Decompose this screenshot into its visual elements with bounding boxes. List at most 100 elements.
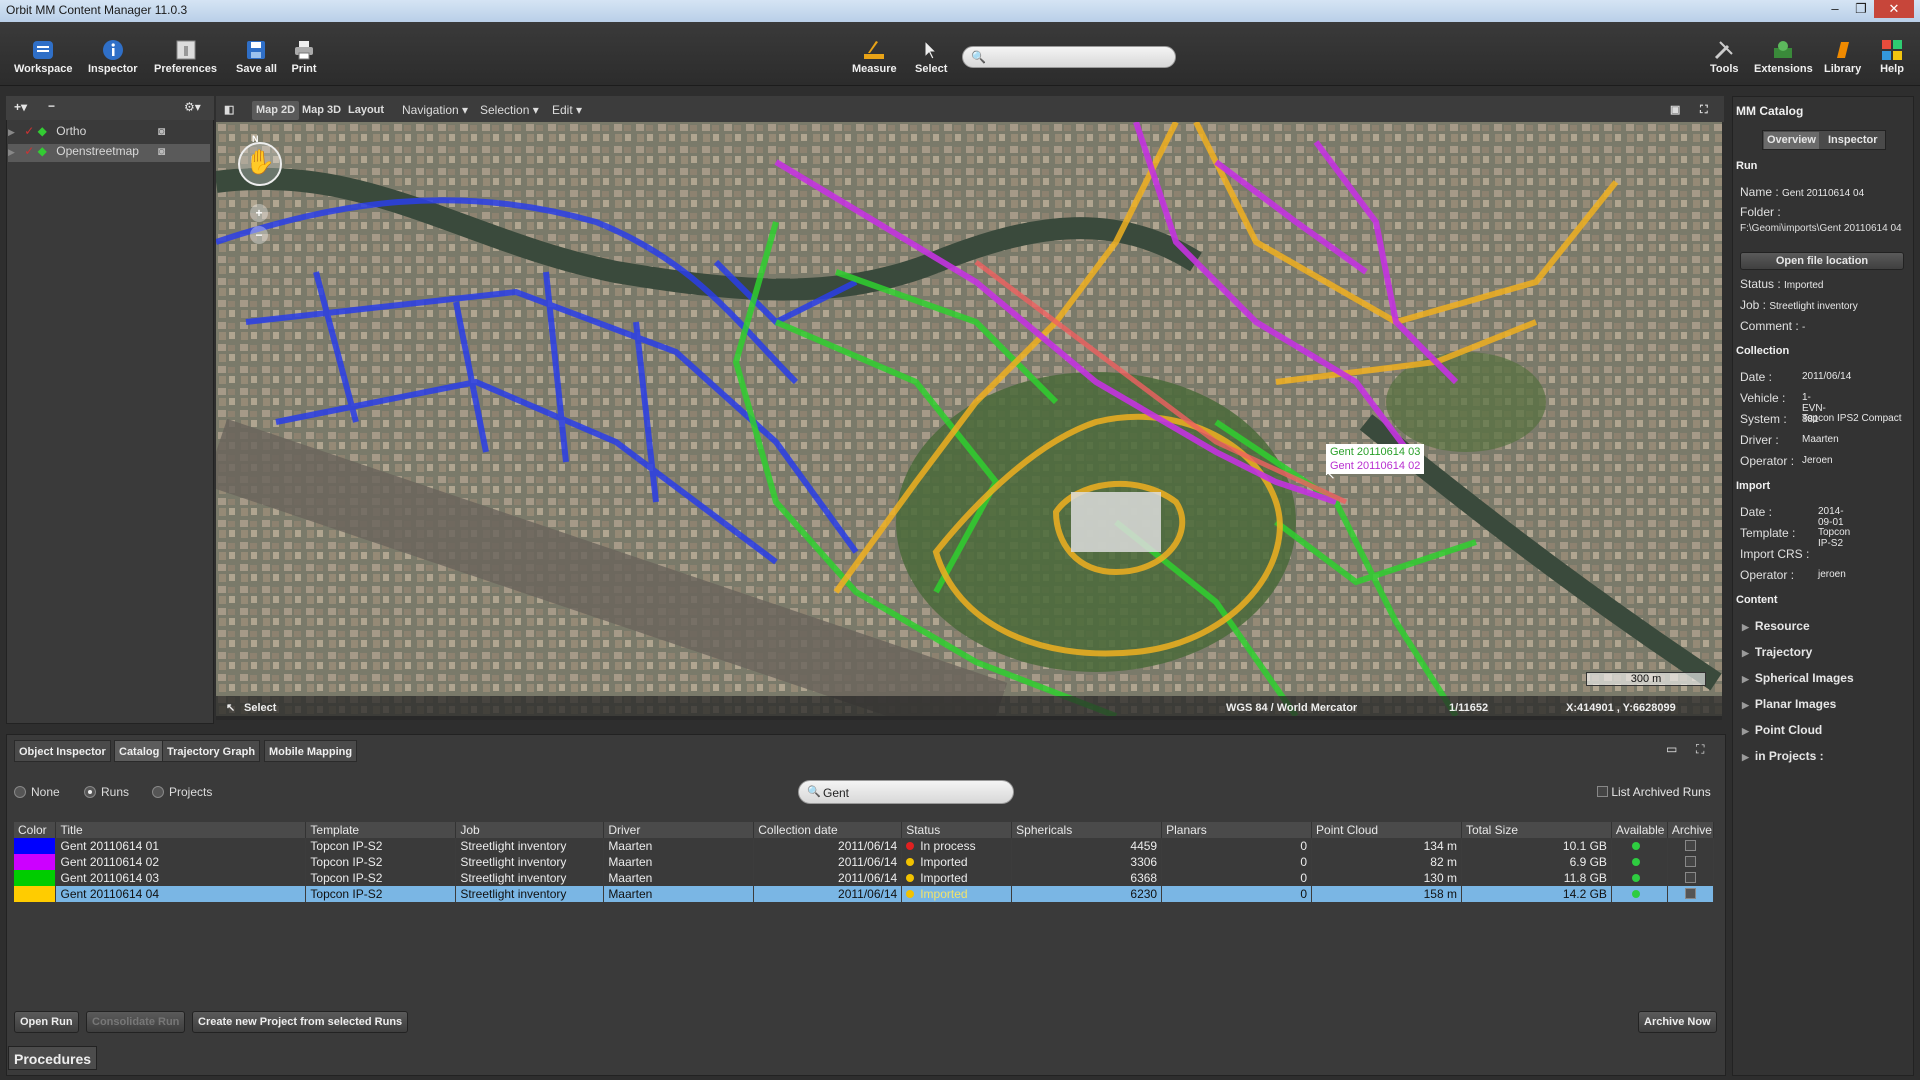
tab-map2d[interactable]: Map 2D [252,101,300,120]
print-button[interactable]: Print [290,34,318,75]
cell-planars: 0 [1300,887,1308,901]
tools-button[interactable]: Tools [1710,34,1739,75]
archive-checkbox[interactable] [1684,856,1696,867]
fullscreen-icon[interactable]: ⛶ [1696,742,1704,757]
fullscreen-icon[interactable]: ⛶ [1696,101,1712,120]
tree-item-trajectory[interactable]: ▶ Trajectory [1742,645,1812,659]
library-button[interactable]: Library [1824,34,1861,75]
window-layout-icon[interactable]: ▣ [1666,101,1684,120]
consolidate-run-button[interactable]: Consolidate Run [86,1011,186,1033]
column-header[interactable]: Total Size [1461,822,1612,838]
column-header[interactable]: Driver [603,822,755,838]
expand-arrow-icon[interactable]: ▶ [8,147,15,157]
procedures-panel-header[interactable]: Procedures [8,1046,98,1070]
open-file-location-button[interactable]: Open file location [1740,252,1904,270]
table-row[interactable]: Gent 20110614 03 Topcon IP-S2 Streetlight … [14,870,1715,886]
archive-checkbox[interactable] [1684,840,1696,851]
expand-arrow-icon[interactable]: ▶ [1742,752,1749,762]
help-button[interactable]: Help [1878,34,1906,75]
edit-menu[interactable]: Edit ▾ [552,101,582,120]
expand-arrow-icon[interactable]: ▶ [1742,674,1749,684]
map-view[interactable]: ✋ N + − Gent 20110614 03 Gent 20110614 0… [216,122,1722,716]
cell-sphericals: 4459 [1130,839,1158,853]
filter-runs-radio[interactable]: Runs [84,785,129,799]
column-header[interactable]: Planars [1161,822,1313,838]
window-layout-icon[interactable]: ▭ [1666,742,1677,756]
measure-button[interactable]: Measure [852,34,897,75]
tree-item-in-projects[interactable]: ▶ in Projects : [1742,749,1824,763]
layer-settings-icon[interactable]: ◙ [158,124,165,138]
list-archived-checkbox[interactable]: List Archived Runs [1597,785,1711,799]
close-button[interactable]: ✕ [1874,0,1914,18]
remove-layer-button[interactable]: − [48,99,55,113]
archive-checkbox[interactable] [1684,888,1696,899]
selection-menu[interactable]: Selection ▾ [480,101,539,120]
layer-settings-icon[interactable]: ◙ [158,144,165,158]
expand-arrow-icon[interactable]: ▶ [1742,726,1749,736]
save-all-button[interactable]: Save all [236,34,277,75]
tree-item-spherical-images[interactable]: ▶ Spherical Images [1742,671,1854,685]
extensions-button[interactable]: Extensions [1754,34,1813,75]
zoom-out-button[interactable]: − [250,226,268,244]
tree-item-point-cloud[interactable]: ▶ Point Cloud [1742,723,1822,737]
cell-title: Gent 20110614 01 [60,839,160,853]
expand-arrow-icon[interactable]: ▶ [1742,648,1749,658]
column-header[interactable]: Collection date [753,822,903,838]
column-header[interactable]: Available [1611,822,1668,838]
expand-arrow-icon[interactable]: ▶ [1742,622,1749,632]
expand-arrow-icon[interactable]: ▶ [8,127,15,137]
column-header[interactable]: Point Cloud [1311,822,1462,838]
tab-map3d[interactable]: Map 3D [298,101,345,120]
tab-overview[interactable]: Overview [1764,132,1819,149]
minimize-button[interactable]: – [1822,0,1848,18]
create-project-button[interactable]: Create new Project from selected Runs [192,1011,409,1033]
toggle-panel-icon[interactable]: ◧ [220,101,238,120]
cell-total-size: 14.2 GB [1562,887,1607,901]
tab-layout[interactable]: Layout [344,101,388,120]
column-header[interactable]: Archive [1667,822,1715,838]
tree-item-resource[interactable]: ▶ Resource [1742,619,1810,633]
visibility-icon[interactable]: ✓ [24,144,34,158]
inspector-button[interactable]: Inspector [88,34,138,75]
tree-item-planar-images[interactable]: ▶ Planar Images [1742,697,1836,711]
pan-hand-icon[interactable]: ✋ [238,142,282,186]
add-layer-button[interactable]: +▾ [14,100,27,114]
layer-item-ortho[interactable]: ▶ ✓ ◆ Ortho ◙ [8,124,210,142]
gear-icon[interactable]: ⚙▾ [184,100,201,114]
navigation-menu[interactable]: Navigation ▾ [402,101,468,120]
table-row[interactable]: Gent 20110614 01 Topcon IP-S2 Streetlight … [14,838,1715,854]
select-button[interactable]: Select [915,34,947,75]
run-comment: Comment : - [1740,319,1806,333]
tab-mobile-mapping[interactable]: Mobile Mapping [264,740,358,762]
archive-checkbox[interactable] [1684,872,1696,883]
column-header[interactable]: Job [455,822,605,838]
tab-trajectory-graph[interactable]: Trajectory Graph [162,740,261,762]
tab-inspector[interactable]: Inspector [1825,132,1881,149]
column-header[interactable]: Title [55,822,307,838]
expand-arrow-icon[interactable]: ▶ [1742,700,1749,710]
maximize-button[interactable]: ❐ [1848,0,1874,18]
archive-now-button[interactable]: Archive Now [1638,1011,1717,1033]
open-run-button[interactable]: Open Run [14,1011,79,1033]
zoom-in-button[interactable]: + [250,204,268,222]
filter-none-radio[interactable]: None [14,785,60,799]
cell-title: Gent 20110614 02 [60,855,160,869]
column-header[interactable]: Status [901,822,1013,838]
visibility-icon[interactable]: ✓ [24,124,34,138]
map-canvas[interactable] [216,122,1722,716]
column-header[interactable]: Template [305,822,457,838]
tab-catalog[interactable]: Catalog [114,740,165,762]
run-folder-label: Folder : [1740,205,1781,219]
catalog-search-input[interactable]: 🔍 Gent [798,780,1014,804]
table-row[interactable]: Gent 20110614 04 Topcon IP-S2 Streetlight … [14,886,1715,902]
workspace-button[interactable]: Workspace [14,34,73,75]
layer-item-openstreetmap[interactable]: ▶ ✓ ◆ Openstreetmap ◙ [8,144,210,162]
search-input[interactable]: 🔍 [962,46,1176,68]
column-header[interactable]: Sphericals [1011,822,1163,838]
table-row[interactable]: Gent 20110614 02 Topcon IP-S2 Streetlight … [14,854,1715,870]
tab-object-inspector[interactable]: Object Inspector [14,740,111,762]
preferences-button[interactable]: Preferences [154,34,217,75]
cell-driver: Maarten [608,855,653,869]
filter-projects-radio[interactable]: Projects [152,785,212,799]
column-header[interactable]: Color [14,822,57,838]
